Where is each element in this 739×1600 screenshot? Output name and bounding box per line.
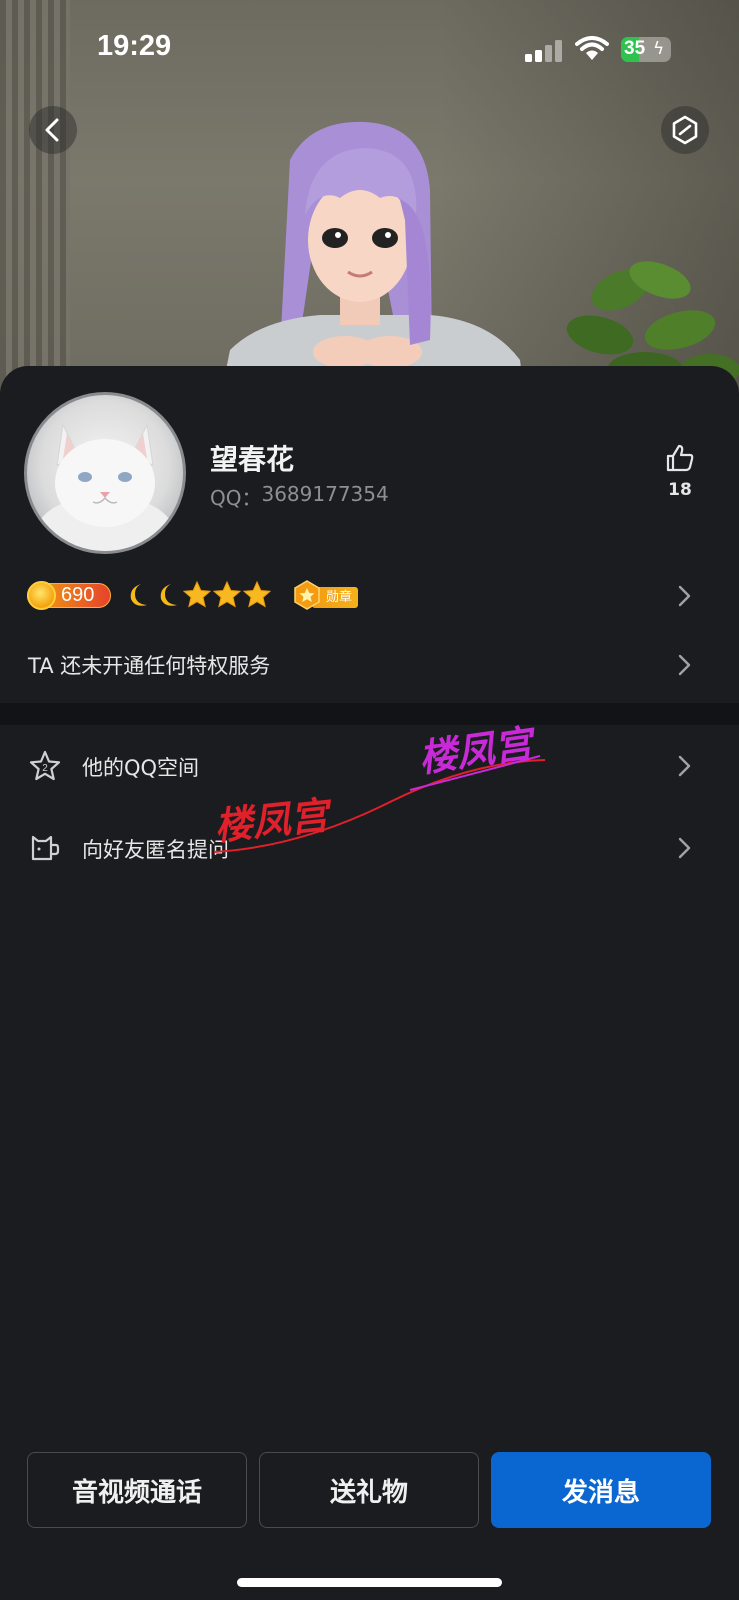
chevron-right-icon [678,755,691,777]
wifi-icon [575,36,609,60]
qq-number-line: QQ： 3689177354 [210,482,389,511]
qq-coin-badge: 690 [27,581,111,610]
status-time: 19:29 [97,30,172,62]
medal-badge: 勋章 [292,580,367,610]
video-call-button[interactable]: 音视频通话 [27,1452,247,1528]
medal-hexagon-icon [294,580,320,610]
battery-indicator: 35 ϟ [621,37,671,62]
send-gift-button[interactable]: 送礼物 [259,1452,479,1528]
menu-item-label: 他的QQ空间 [82,756,200,780]
chevron-right-icon [678,837,691,859]
qq-label: QQ： [210,486,262,510]
moon-icon [130,584,147,606]
back-button[interactable] [29,106,77,154]
moon-icon [160,584,177,606]
chevron-left-icon [45,118,59,142]
cat-avatar-image [35,423,175,551]
status-bar: 19:29 35 ϟ [0,0,739,100]
profile-nickname: 望春花 [210,443,295,476]
star-level-icon [182,580,212,608]
like-count: 18 [668,480,692,500]
hexagon-slash-icon [672,115,698,145]
svg-text:2: 2 [42,763,48,774]
section-divider [0,703,739,725]
profile-avatar[interactable] [24,392,186,554]
privilege-status-text[interactable]: TA 还未开通任何特权服务 [28,650,270,680]
chevron-right-icon [678,585,691,607]
star-level-icon [212,580,242,608]
thumbs-up-icon[interactable] [664,442,696,474]
menu-item-label: 向好友匿名提问 [82,838,229,862]
send-message-button[interactable]: 发消息 [491,1452,711,1528]
star-icon: 2 [29,750,61,781]
home-indicator[interactable] [237,1578,502,1587]
charging-bolt-icon: ϟ [653,39,665,59]
level-badges-row[interactable]: 690 勋章 [27,580,707,612]
battery-percent: 35 [624,38,646,59]
chevron-right-icon [678,654,691,676]
star-level-icon [242,580,272,608]
avatar-3d-image [220,121,525,400]
cellular-signal-icon [525,40,562,62]
coin-icon [27,581,56,610]
qq-number: 3689177354 [261,482,389,506]
question-box-icon [31,835,60,861]
profile-cover: 19:29 35 ϟ [0,0,739,400]
coin-value: 690 [61,584,95,606]
more-settings-button[interactable] [661,106,709,154]
